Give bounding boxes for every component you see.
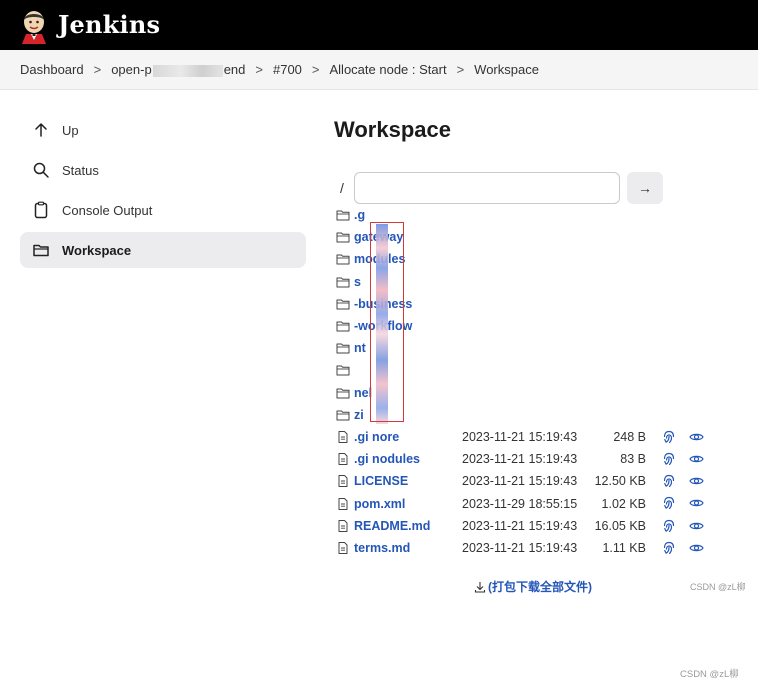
breadcrumb-dashboard[interactable]: Dashboard — [20, 62, 84, 77]
file-date: 2023-11-21 15:19:43 — [462, 452, 578, 467]
watermark: CSDN @zL柳 — [690, 582, 746, 592]
sidebar-item-label: Workspace — [62, 242, 132, 258]
highlight-box — [370, 222, 404, 422]
sidebar-item-console-output[interactable]: Console Output — [20, 192, 306, 228]
watermark: CSDN @zL柳 — [680, 669, 739, 680]
file-row[interactable]: .gi nodules 2023-11-21 15:19:43 83 B — [334, 448, 754, 470]
sidebar-item-workspace[interactable]: Workspace — [20, 232, 306, 268]
file-name-link[interactable]: terms.md — [354, 541, 476, 555]
download-all-link[interactable]: (打包下载全部文件) — [474, 578, 592, 595]
file-size: 12.50 KB — [594, 474, 646, 489]
top-header: Jenkins — [0, 0, 758, 50]
sidebar: Up Status Console Output Workspace — [20, 112, 306, 272]
view-eye-icon[interactable] — [689, 452, 704, 466]
folder-icon — [336, 341, 350, 355]
file-date: 2023-11-21 15:19:43 — [462, 518, 578, 533]
breadcrumb-separator: > — [456, 62, 465, 77]
file-name-link[interactable]: pom.xml — [354, 497, 476, 511]
file-date: 2023-11-21 15:19:43 — [462, 474, 578, 489]
file-size: 248 B — [613, 429, 646, 444]
fingerprint-icon[interactable] — [662, 430, 676, 444]
breadcrumb-build[interactable]: #700 — [273, 62, 302, 77]
view-eye-icon[interactable] — [689, 474, 704, 488]
breadcrumb-separator: > — [93, 62, 102, 77]
folder-icon — [336, 386, 350, 400]
file-row[interactable]: .gi nore 2023-11-21 15:19:43 248 B — [334, 426, 754, 448]
breadcrumb-job-label-pre: open-p — [111, 62, 152, 77]
folder-icon — [336, 408, 350, 422]
brand-title[interactable]: Jenkins — [58, 10, 160, 39]
clipboard-icon — [32, 201, 50, 219]
folder-icon — [336, 363, 350, 377]
jenkins-logo-icon[interactable] — [18, 8, 50, 44]
file-row[interactable]: terms.md 2023-11-21 15:19:43 1.11 KB — [334, 537, 754, 559]
file-name-link[interactable]: LICENSE — [354, 474, 476, 488]
file-size: 83 B — [620, 452, 646, 467]
fingerprint-icon[interactable] — [662, 452, 676, 466]
breadcrumb-separator: > — [255, 62, 263, 77]
file-date: 2023-11-21 15:19:43 — [462, 540, 578, 555]
path-root-slash: / — [340, 180, 344, 196]
path-input[interactable] — [354, 172, 620, 204]
folder-name-link[interactable]: .g — [354, 208, 476, 222]
sidebar-item-label: Console Output — [62, 202, 153, 218]
search-icon — [32, 161, 50, 179]
file-icon — [336, 430, 350, 444]
file-icon — [336, 474, 350, 488]
file-name-link[interactable]: .gi nodules — [354, 452, 476, 466]
main-content: Workspace / → .g gateway modules s -business… — [334, 112, 744, 555]
fingerprint-icon[interactable] — [662, 474, 676, 488]
sidebar-item-label: Up — [62, 122, 79, 138]
file-date: 2023-11-21 15:19:43 — [462, 429, 578, 444]
download-icon — [474, 581, 486, 593]
download-all-label: (打包下载全部文件) — [488, 580, 592, 594]
breadcrumb-workspace[interactable]: Workspace — [474, 62, 539, 77]
fingerprint-icon[interactable] — [662, 541, 676, 555]
arrow-up-icon — [32, 121, 50, 139]
folder-icon — [32, 241, 50, 259]
file-icon — [336, 519, 350, 533]
page-title: Workspace — [334, 117, 451, 142]
file-row[interactable]: LICENSE 2023-11-21 15:19:43 12.50 KB — [334, 470, 754, 492]
file-name-link[interactable]: README.md — [354, 519, 476, 533]
folder-icon — [336, 252, 350, 266]
view-eye-icon[interactable] — [689, 519, 704, 533]
breadcrumb-job-label-post: end — [223, 62, 246, 77]
go-button[interactable]: → — [627, 172, 663, 204]
file-name-link[interactable]: .gi nore — [354, 430, 476, 444]
file-size: 1.11 KB — [602, 540, 646, 555]
folder-icon — [336, 319, 350, 333]
breadcrumb-allocate-node[interactable]: Allocate node : Start — [330, 62, 447, 77]
file-date: 2023-11-29 18:55:15 — [462, 496, 578, 511]
view-eye-icon[interactable] — [689, 430, 704, 444]
file-size: 1.02 KB — [601, 496, 646, 511]
fingerprint-icon[interactable] — [662, 519, 676, 533]
view-eye-icon[interactable] — [689, 541, 704, 555]
file-icon — [336, 541, 350, 555]
folder-icon — [336, 275, 350, 289]
sidebar-item-status[interactable]: Status — [20, 152, 306, 188]
redacted-text — [152, 64, 223, 77]
path-row: / → — [334, 172, 674, 206]
sidebar-item-up[interactable]: Up — [20, 112, 306, 148]
sidebar-item-label: Status — [62, 162, 99, 178]
folder-icon — [336, 208, 350, 222]
folder-icon — [336, 230, 350, 244]
file-icon — [336, 452, 350, 466]
file-icon — [336, 497, 350, 511]
file-row[interactable]: pom.xml 2023-11-29 18:55:15 1.02 KB — [334, 492, 754, 514]
breadcrumb-job[interactable]: open-p end — [111, 62, 245, 77]
file-size: 16.05 KB — [594, 518, 646, 533]
file-row[interactable]: README.md 2023-11-21 15:19:43 16.05 KB — [334, 515, 754, 537]
breadcrumb: Dashboard > open-p end > #700 > Allocate … — [0, 50, 758, 90]
folder-icon — [336, 297, 350, 311]
view-eye-icon[interactable] — [689, 496, 704, 510]
fingerprint-icon[interactable] — [662, 496, 676, 510]
breadcrumb-separator: > — [311, 62, 320, 77]
